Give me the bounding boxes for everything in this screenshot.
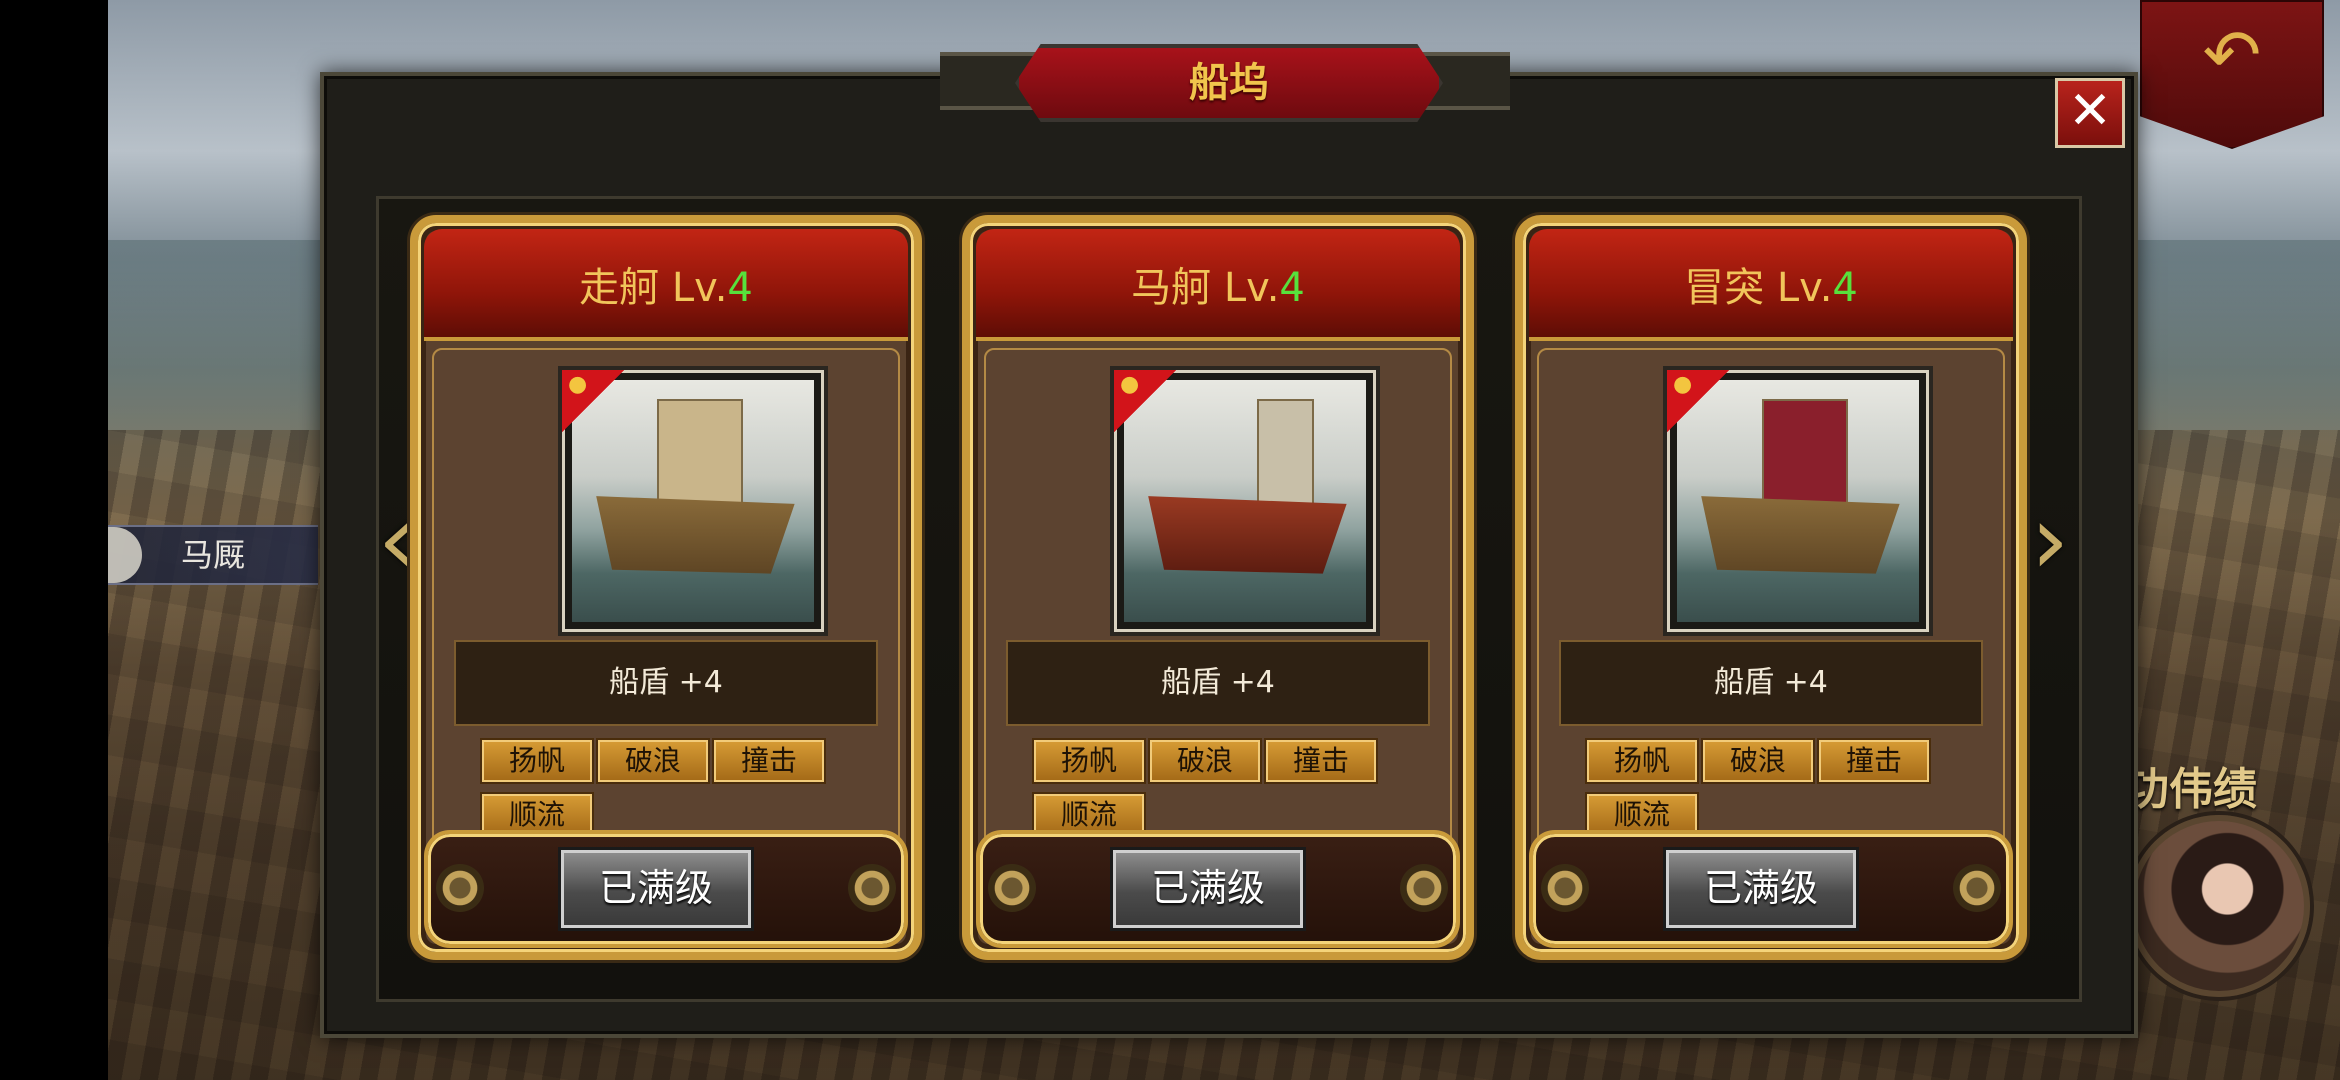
ship-portrait[interactable]: ●: [1663, 366, 1933, 636]
ship-portrait[interactable]: ●: [1110, 366, 1380, 636]
ship-name: 冒突: [1684, 265, 1765, 311]
ship-stat-box: 船盾 +4: [454, 640, 878, 726]
close-button[interactable]: ✕: [2055, 78, 2125, 148]
general-badge-icon: ●: [1114, 370, 1176, 432]
ornament-knob-icon: [1400, 864, 1448, 912]
ship-card-footer: 已满级: [1529, 830, 2013, 948]
level-number: 4: [1832, 265, 1858, 311]
ornament-knob-icon: [848, 864, 896, 912]
person-icon: ●: [568, 372, 588, 397]
ship-stat-box: 船盾 +4: [1559, 640, 1983, 726]
skill-tag[interactable]: 破浪: [1703, 740, 1813, 782]
ship-card-header: 马舸 Lv.4: [976, 229, 1460, 341]
max-level-button[interactable]: 已满级: [1113, 850, 1303, 928]
level-prefix: Lv.: [671, 265, 728, 311]
ship-card-header: 走舸 Lv.4: [424, 229, 908, 341]
level-prefix: Lv.: [1776, 265, 1833, 311]
ship-tower-shape: [1257, 399, 1315, 505]
skill-tag[interactable]: 扬帆: [482, 740, 592, 782]
skill-tag[interactable]: 撞击: [1266, 740, 1376, 782]
ship-card-1[interactable]: 走舸 Lv.4 ● 船盾 +4 扬帆 破浪 撞击顺流 已满级: [410, 215, 922, 960]
general-badge-icon: ●: [562, 370, 624, 432]
level-prefix: Lv.: [1223, 265, 1280, 311]
ship-card-2[interactable]: 马舸 Lv.4 ● 船盾 +4 扬帆 破浪 撞击顺流 已满级: [962, 215, 1474, 960]
ship-card-3[interactable]: 冒突 Lv.4 ● 船盾 +4 扬帆 破浪 撞击顺流 已满级: [1515, 215, 2027, 960]
ship-sail-shape: [1761, 399, 1848, 505]
ship-hull-shape: [1701, 496, 1900, 574]
ship-portrait[interactable]: ●: [558, 366, 828, 636]
ship-stat-box: 船盾 +4: [1006, 640, 1430, 726]
ship-card-footer: 已满级: [976, 830, 1460, 948]
skill-tag[interactable]: 撞击: [714, 740, 824, 782]
skill-tag[interactable]: 破浪: [598, 740, 708, 782]
ship-card-header: 冒突 Lv.4: [1529, 229, 2013, 341]
dialog-title: 船坞: [1189, 60, 1269, 106]
skill-tag[interactable]: 扬帆: [1587, 740, 1697, 782]
max-level-button[interactable]: 已满级: [1666, 850, 1856, 928]
skill-tag[interactable]: 扬帆: [1034, 740, 1144, 782]
dialog-title-plaque: 船坞: [1015, 44, 1443, 122]
level-number: 4: [1279, 265, 1305, 311]
skill-tag[interactable]: 撞击: [1819, 740, 1929, 782]
ship-hull-shape: [596, 496, 795, 574]
max-level-button[interactable]: 已满级: [561, 850, 751, 928]
ship-card-footer: 已满级: [424, 830, 908, 948]
nav-right-arrow-icon[interactable]: ›: [2025, 490, 2075, 590]
ornament-knob-icon: [1541, 864, 1589, 912]
stable-label-text: 马厩: [180, 536, 245, 574]
level-number: 4: [727, 265, 753, 311]
general-badge-icon: ●: [1667, 370, 1729, 432]
skill-tag[interactable]: 破浪: [1150, 740, 1260, 782]
person-icon: ●: [1120, 372, 1140, 397]
npc-avatar[interactable]: [2128, 815, 2310, 997]
close-icon: ✕: [2068, 81, 2112, 141]
ship-hull-shape: [1148, 496, 1347, 574]
ornament-knob-icon: [436, 864, 484, 912]
ship-name: 马舸: [1131, 265, 1212, 311]
cloud-icon: [108, 527, 142, 583]
ornament-knob-icon: [988, 864, 1036, 912]
return-arrow-icon: ↶: [2202, 14, 2262, 96]
ship-sail-shape: [656, 399, 743, 505]
stable-location-label[interactable]: 马厩: [108, 525, 318, 585]
person-icon: ●: [1673, 372, 1693, 397]
ornament-knob-icon: [1953, 864, 2001, 912]
ship-name: 走舸: [579, 265, 660, 311]
